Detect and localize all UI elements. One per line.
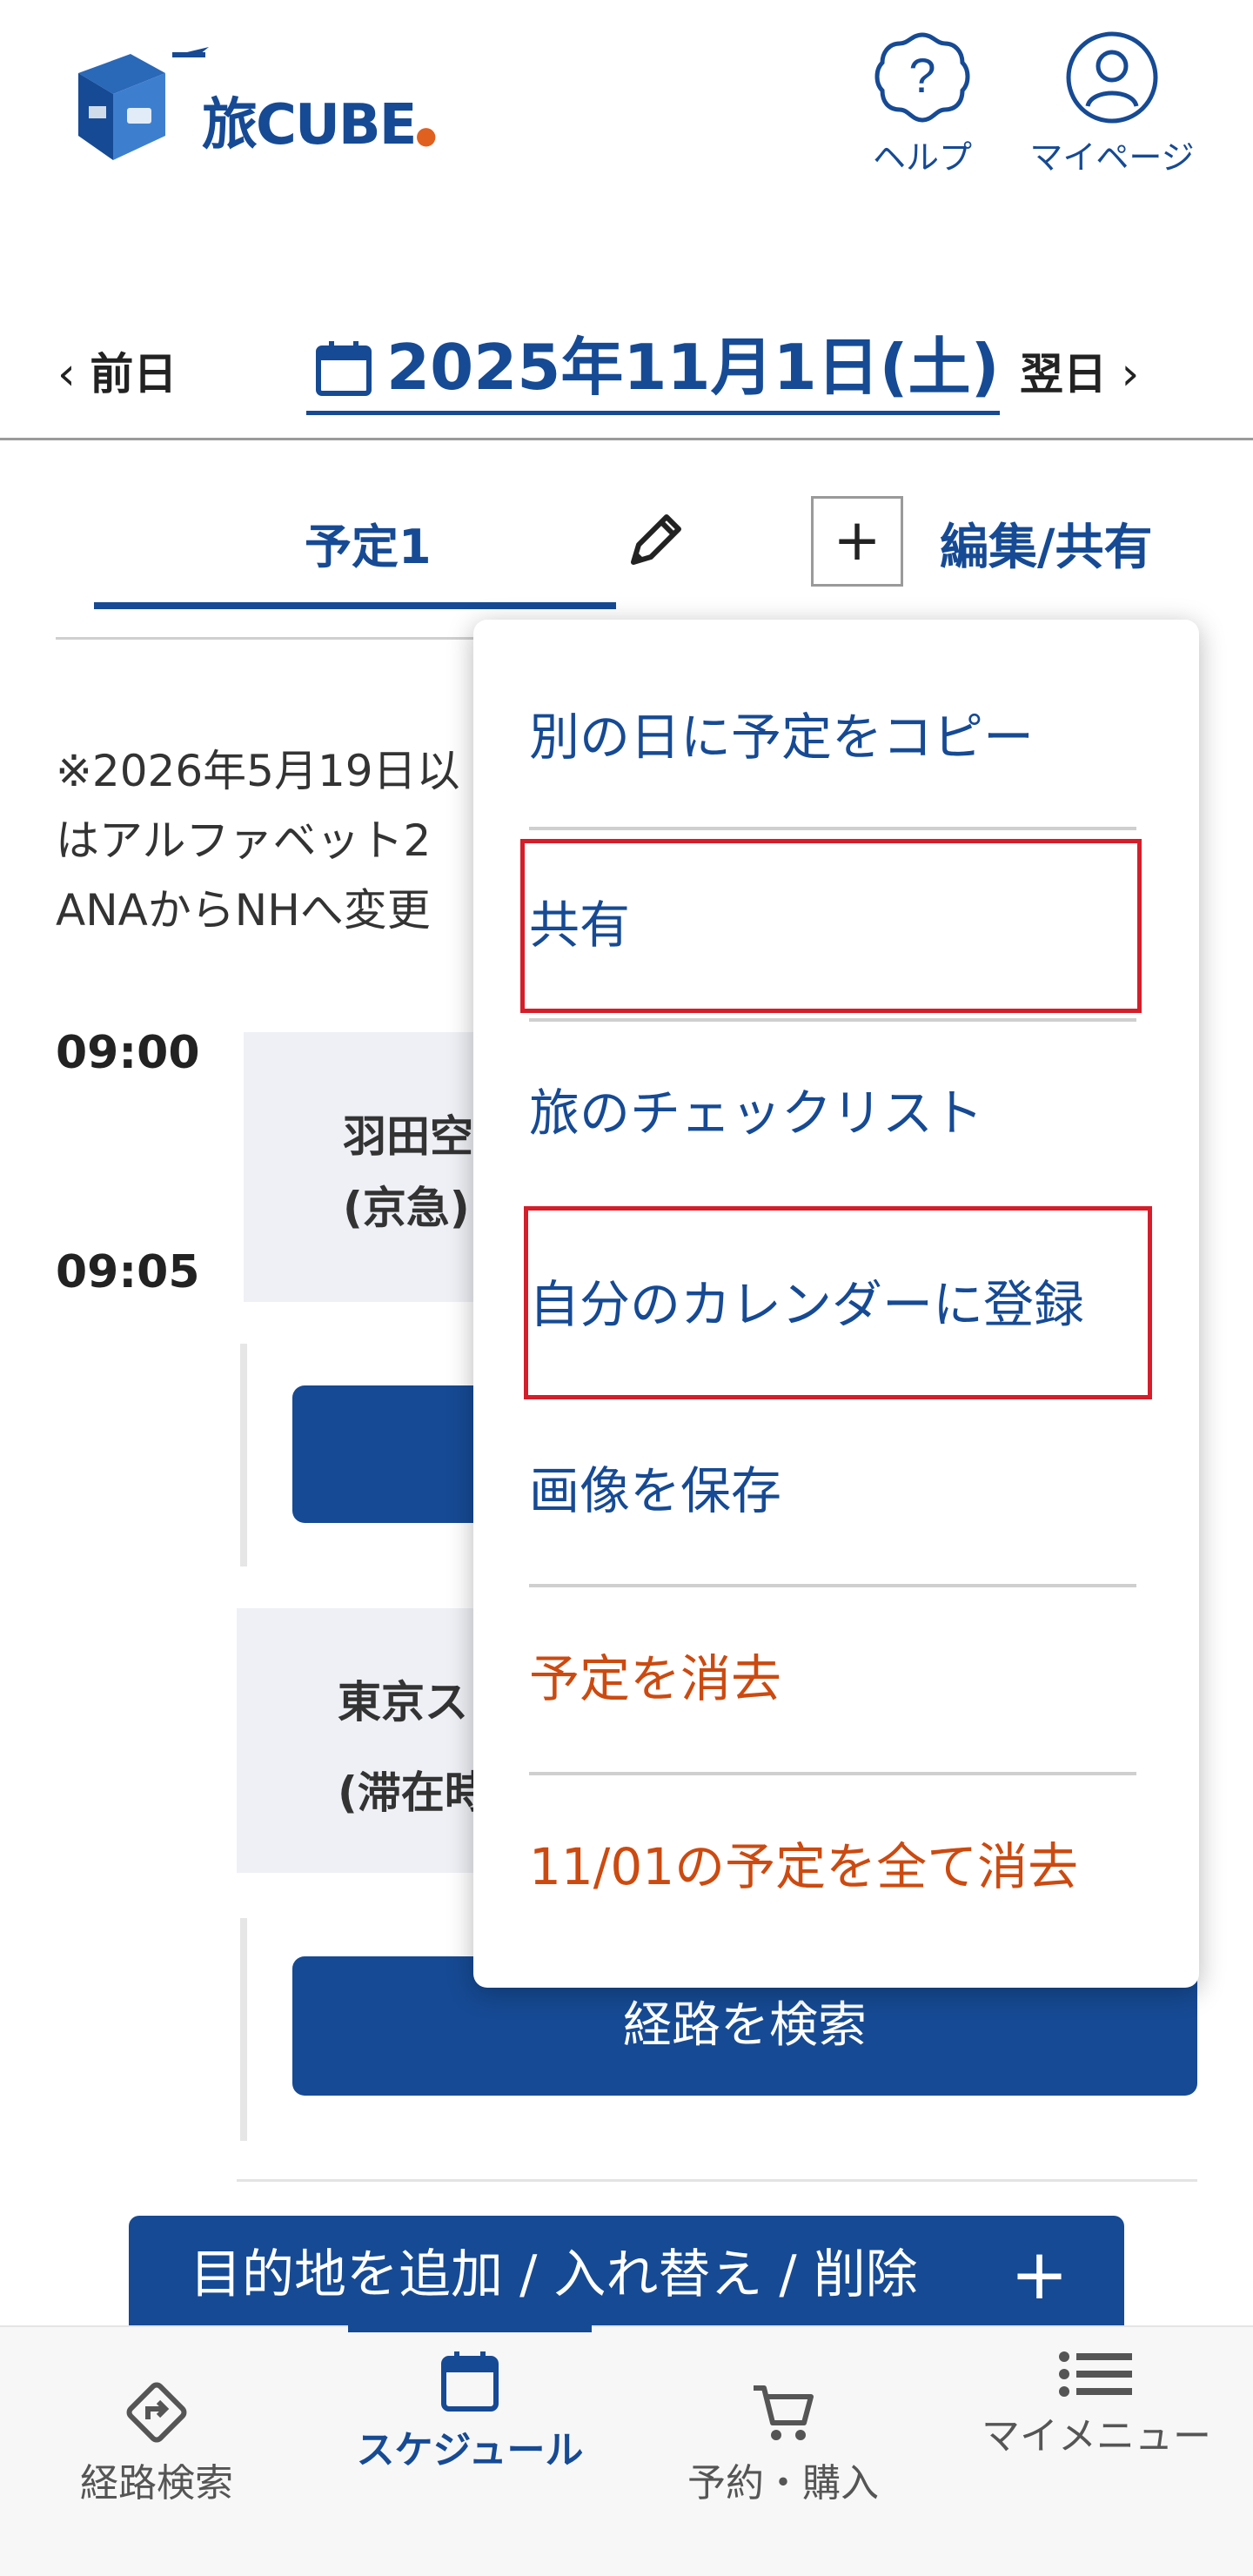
calendar-icon xyxy=(441,2351,499,2412)
time-label: 09:00 xyxy=(56,1027,200,1079)
nav-schedule[interactable]: スケジュール xyxy=(348,2350,592,2477)
menu-divider xyxy=(529,1772,1136,1775)
stop-detail: (京急) xyxy=(343,1183,470,1233)
menu-divider xyxy=(529,1018,1136,1022)
chevron-left-icon: ‹ xyxy=(57,348,90,400)
edit-share-button[interactable]: 編集/共有 xyxy=(940,508,1152,579)
mypage-label: マイページ xyxy=(1029,138,1195,177)
menu-item-delete-plan[interactable]: 予定を消去 xyxy=(529,1638,781,1711)
plus-icon: + xyxy=(1009,2234,1069,2315)
date-picker-link[interactable]: 2025年11月1日(土) xyxy=(306,324,1000,415)
pencil-icon[interactable] xyxy=(621,505,691,578)
stop-detail: (滞在時 xyxy=(338,1768,488,1818)
svg-text:?: ? xyxy=(908,48,935,103)
time-label: 09:05 xyxy=(56,1246,200,1298)
help-icon: ? xyxy=(874,32,970,123)
nav-mymenu[interactable]: マイメニュー xyxy=(975,2350,1218,2463)
menu-item-share[interactable]: 共有 xyxy=(529,884,630,957)
divider xyxy=(237,2179,1197,2182)
menu-item-add-to-calendar[interactable]: 自分のカレンダーに登録 xyxy=(529,1264,1084,1337)
route-icon xyxy=(126,2382,187,2443)
tab-plan-1-label: 予定1 xyxy=(305,520,432,574)
help-button[interactable]: ? ヘルプ xyxy=(857,30,988,186)
add-plan-button[interactable]: + xyxy=(811,496,903,587)
next-day-button[interactable]: 翌日 › xyxy=(1020,339,1139,402)
help-label: ヘルプ xyxy=(872,138,972,177)
menu-item-save-image[interactable]: 画像を保存 xyxy=(529,1450,781,1523)
add-destination-button[interactable]: 目的地を追加 / 入れ替え / 削除 + xyxy=(129,2216,1124,2338)
timeline-connector xyxy=(240,1344,247,1566)
menu-divider xyxy=(529,827,1136,830)
nav-route-search[interactable]: 経路検索 xyxy=(52,2379,261,2510)
timeline-connector xyxy=(240,1918,247,2141)
menu-divider xyxy=(529,1584,1136,1587)
calendar-icon xyxy=(316,341,372,396)
menu-item-checklist[interactable]: 旅のチェックリスト xyxy=(529,1072,983,1145)
list-icon xyxy=(1059,2351,1132,2397)
nav-active-indicator xyxy=(348,2325,592,2332)
prev-day-button[interactable]: ‹ 前日 xyxy=(57,339,177,402)
menu-item-copy-to-other-day[interactable]: 別の日に予定をコピー xyxy=(529,696,1034,769)
cart-icon xyxy=(754,2385,814,2440)
user-icon xyxy=(1066,31,1158,124)
nav-booking[interactable]: 予約・購入 xyxy=(670,2379,896,2510)
chevron-right-icon: › xyxy=(1107,348,1140,400)
app-logo-text: 旅CUBE● xyxy=(202,93,437,158)
stop-name: 東京ス xyxy=(338,1677,468,1727)
menu-item-delete-all-plans[interactable]: 11/01の予定を全て消去 xyxy=(529,1826,1078,1899)
app-logo[interactable] xyxy=(70,38,218,167)
stop-name: 羽田空 xyxy=(343,1111,473,1162)
mypage-button[interactable]: マイページ xyxy=(1016,30,1208,186)
